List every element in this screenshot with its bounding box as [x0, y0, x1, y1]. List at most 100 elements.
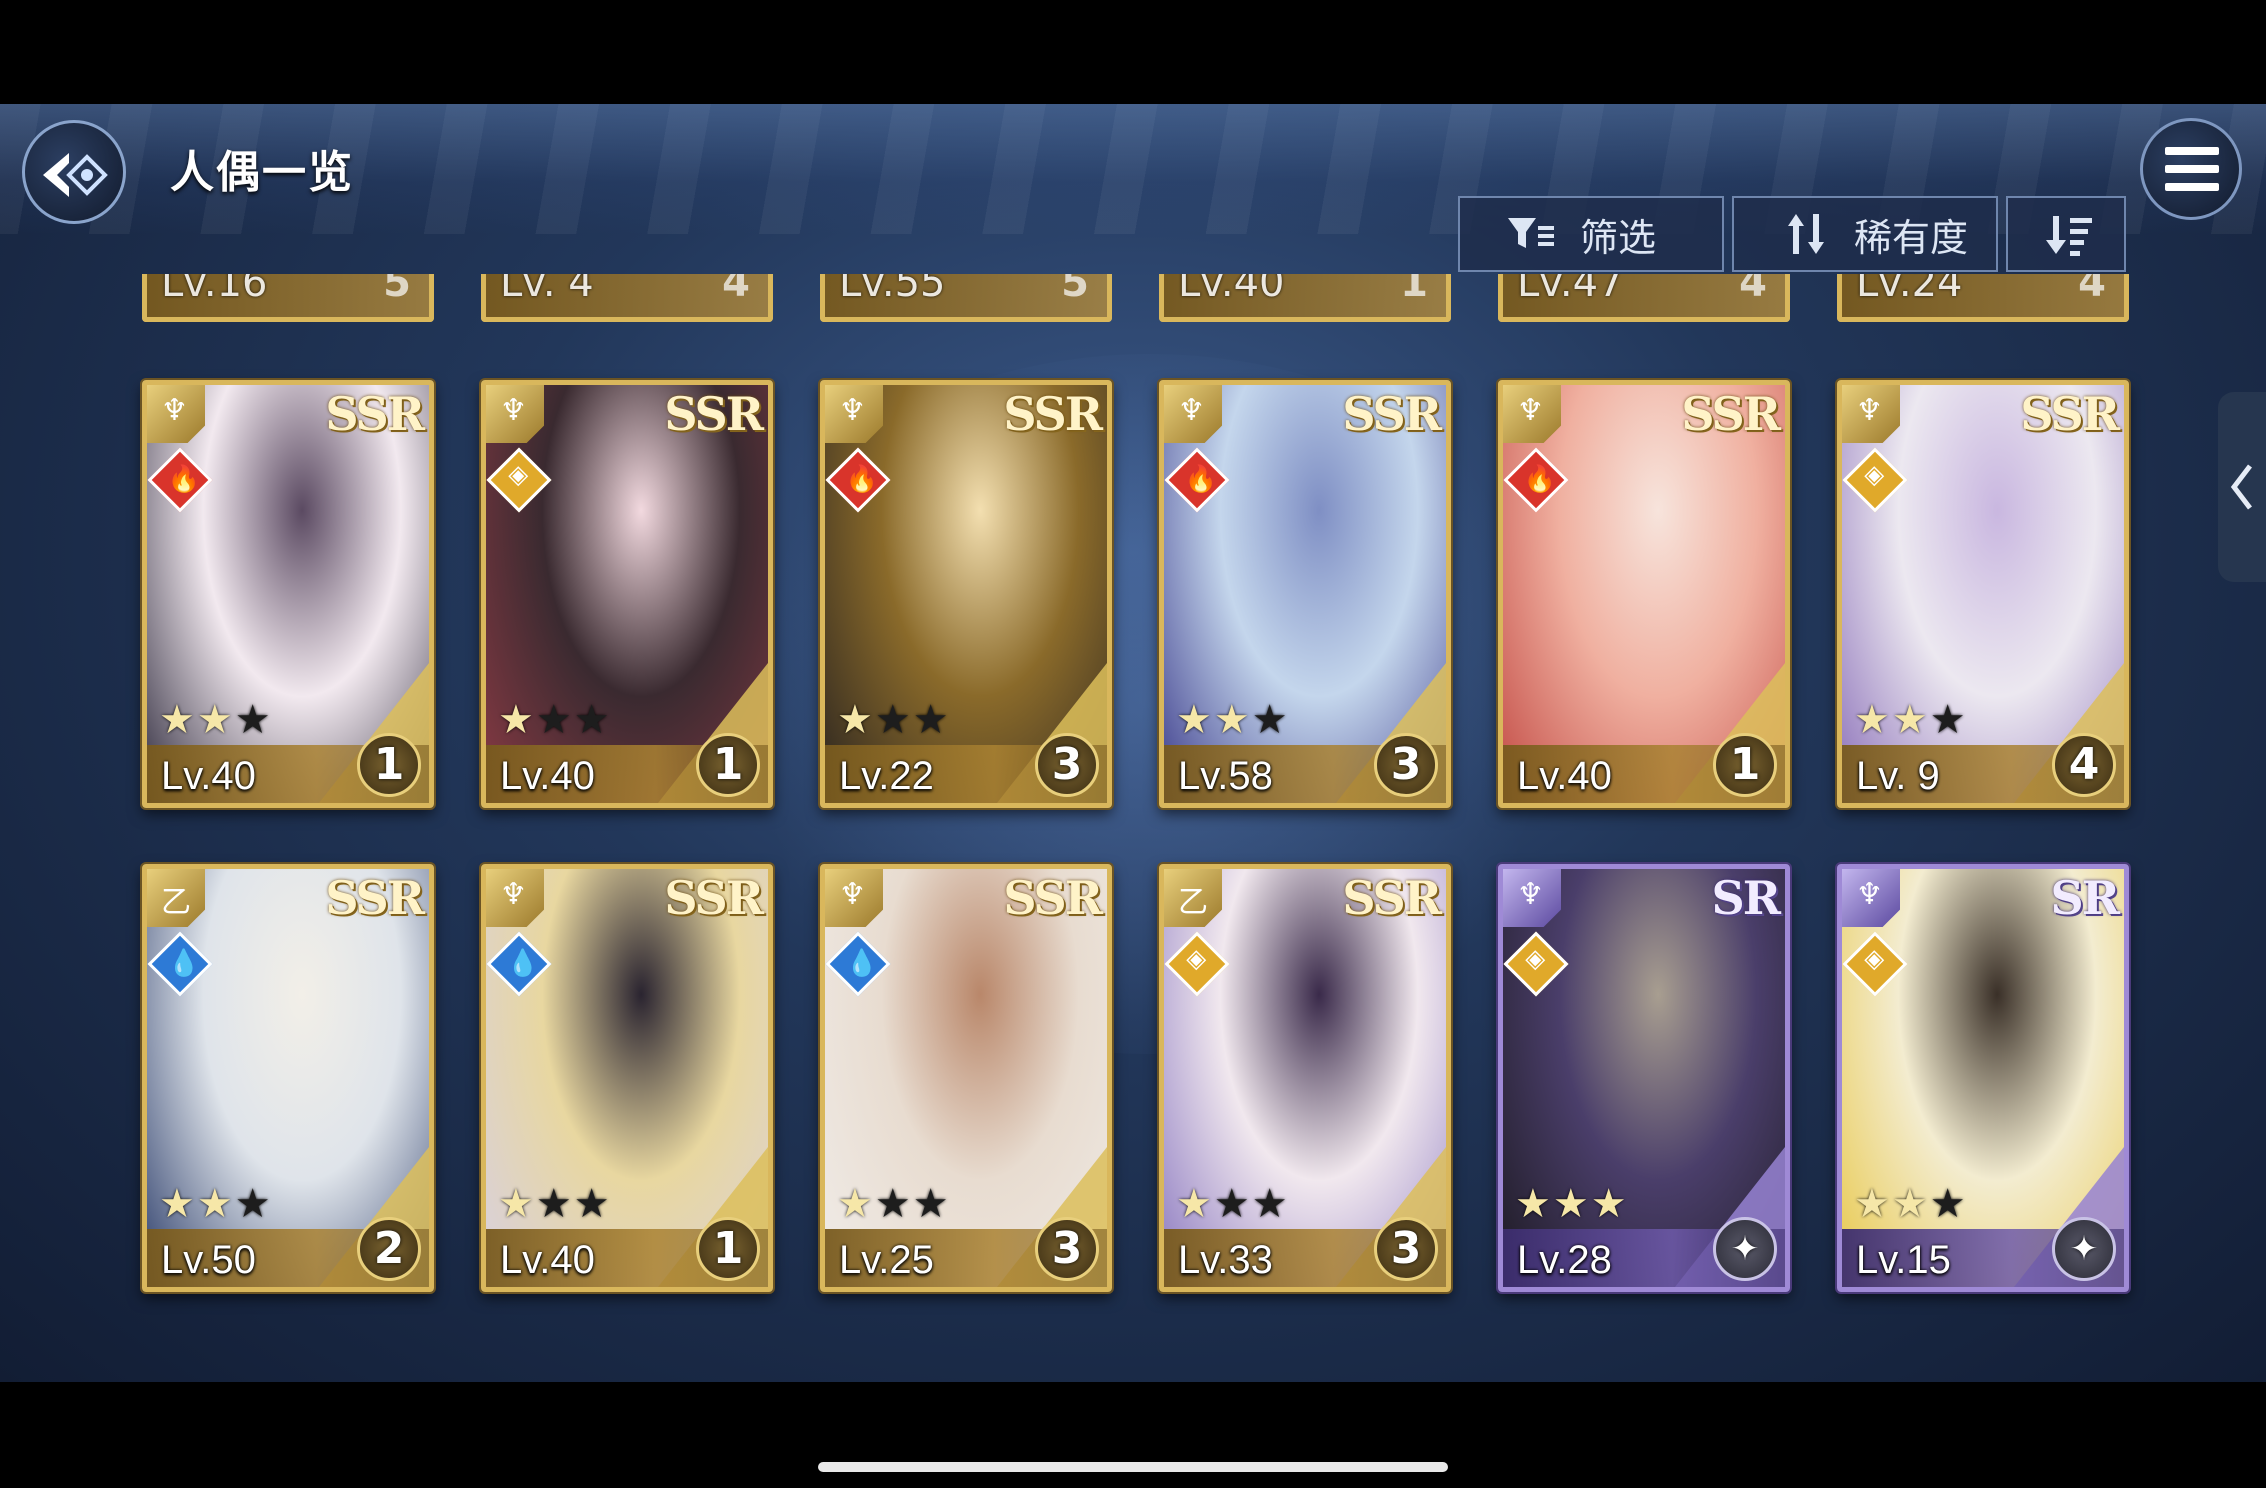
back-button[interactable] — [22, 120, 126, 224]
doll-card-partial[interactable]: Lv. 4 4 — [481, 274, 773, 322]
card-count: 5 — [383, 274, 411, 306]
awaken-count-badge: 3 — [1374, 1217, 1438, 1281]
sort-rarity-button[interactable]: 稀有度 — [1732, 196, 1998, 272]
star-filled-icon: ★ — [1854, 697, 1892, 743]
doll-card[interactable]: 乙 ◈ SSR ★★★ Lv.33 3 — [1159, 864, 1451, 1292]
rarity-badge: SSR — [664, 387, 764, 441]
sort-label: 稀有度 — [1854, 215, 1969, 260]
side-drawer-tab[interactable] — [2218, 392, 2266, 582]
class-glyph: ♆ — [1178, 393, 1205, 428]
awaken-count-badge: 1 — [696, 733, 760, 797]
star-filled-icon: ★ — [1176, 697, 1214, 743]
star-empty-icon: ★ — [1251, 697, 1290, 743]
card-count: 4 — [2078, 274, 2106, 306]
doll-card[interactable]: ♆ 🔥 SSR ★★★ Lv.40 1 — [142, 380, 434, 808]
card-level: Lv.40 — [1517, 754, 1612, 798]
class-icon: ♆ — [825, 869, 883, 927]
star-rating: ★★★ — [1176, 697, 1290, 743]
rarity-badge: SR — [2050, 871, 2120, 925]
star-empty-icon: ★ — [234, 1181, 273, 1227]
card-level: Lv. 9 — [1856, 754, 1940, 798]
filter-icon — [1508, 218, 1554, 248]
card-level: Lv.33 — [1178, 1238, 1273, 1282]
sort-order-icon — [2046, 216, 2092, 256]
star-filled-icon: ★ — [196, 697, 235, 743]
rarity-badge: SSR — [664, 871, 764, 925]
doll-card-partial[interactable]: Lv.24 4 — [1837, 274, 2129, 322]
star-rating: ★★★ — [159, 697, 273, 743]
star-filled-icon: ★ — [1213, 697, 1252, 743]
card-count: 4 — [722, 274, 750, 306]
bottom-black-bar — [0, 1382, 2266, 1488]
filter-button[interactable]: 筛选 — [1458, 196, 1724, 272]
star-filled-icon: ★ — [1176, 1181, 1214, 1227]
element-glyph: 🔥 — [845, 464, 878, 495]
class-glyph: ♆ — [839, 393, 866, 428]
home-indicator[interactable] — [818, 1462, 1448, 1472]
class-glyph: ♆ — [1517, 877, 1544, 912]
element-glyph: 💧 — [167, 948, 200, 979]
star-rating: ★★★ — [1854, 697, 1968, 743]
doll-card[interactable]: ♆ 🔥 SSR ★★★ Lv.58 3 — [1159, 380, 1451, 808]
doll-card[interactable]: ♆ 🔥 SSR ★★★ Lv.22 3 — [820, 380, 1112, 808]
element-glyph: ◈ — [1186, 944, 1207, 975]
menu-line-icon — [2165, 147, 2219, 155]
card-level: Lv.40 — [161, 754, 256, 798]
element-glyph: ◈ — [508, 460, 529, 491]
star-filled-icon: ★ — [837, 697, 875, 743]
doll-card[interactable]: ♆ ◈ SSR ★★★ Lv. 94 — [1837, 380, 2129, 808]
awaken-count-badge: 2 — [357, 1217, 421, 1281]
doll-card[interactable]: ♆ ◈ SSR ★★★ Lv.40 1 — [481, 380, 773, 808]
element-glyph: ◈ — [1864, 460, 1885, 491]
doll-card[interactable]: ♆ ◈ SR ★★★ Lv.15 ✦ — [1837, 864, 2129, 1292]
doll-card[interactable]: ♆ 💧 SSR ★★★ Lv.25 3 — [820, 864, 1112, 1292]
doll-card[interactable]: ♆ ◈ SR ★★★ Lv.28 ✦ — [1498, 864, 1790, 1292]
doll-card[interactable]: ♆ 🔥 SSR Lv.40 1 — [1498, 380, 1790, 808]
star-empty-icon: ★ — [912, 1181, 951, 1227]
doll-card[interactable]: 乙 💧 SSR ★★★ Lv.50 2 — [142, 864, 434, 1292]
doll-card-partial[interactable]: Lv.47 4 — [1498, 274, 1790, 322]
star-rating: ★★★ — [837, 697, 951, 743]
doll-card[interactable]: ♆ 💧 SSR ★★★ Lv.40 1 — [481, 864, 773, 1292]
star-filled-icon: ★ — [1891, 697, 1930, 743]
star-empty-icon: ★ — [573, 1181, 612, 1227]
rarity-badge: SSR — [1342, 387, 1442, 441]
back-arrow-icon — [43, 153, 108, 197]
filter-label: 筛选 — [1580, 215, 1657, 260]
card-level: Lv.40 — [1178, 274, 1285, 306]
awaken-count-badge: 1 — [1713, 733, 1777, 797]
class-glyph: 乙 — [1178, 885, 1208, 920]
class-glyph: ♆ — [1856, 393, 1883, 428]
star-rating: ★★★ — [1854, 1181, 1968, 1227]
menu-button[interactable] — [2140, 118, 2242, 220]
star-filled-icon: ★ — [1854, 1181, 1892, 1227]
game-screen: Lv.16 5 Lv. 4 4 Lv.55 5 Lv.40 1 Lv.47 4 Lv.24 4 ♆ 🔥 SS… — [0, 104, 2266, 1382]
doll-card-partial[interactable]: Lv.40 1 — [1159, 274, 1451, 322]
page-title: 人偶一览 — [170, 147, 354, 198]
doll-card-partial[interactable]: Lv.16 5 — [142, 274, 434, 322]
class-glyph: ♆ — [1517, 393, 1544, 428]
class-glyph: 乙 — [161, 885, 191, 920]
rarity-badge: SSR — [1681, 387, 1781, 441]
star-filled-icon: ★ — [1515, 1181, 1553, 1227]
sort-order-button[interactable] — [2006, 196, 2126, 272]
class-glyph: ♆ — [500, 877, 527, 912]
class-icon: ♆ — [147, 385, 205, 443]
star-rating: ★★★ — [837, 1181, 951, 1227]
star-rating: ★★★ — [159, 1181, 273, 1227]
menu-line-icon — [2165, 183, 2219, 191]
rarity-badge: SSR — [1003, 871, 1103, 925]
star-rating: ★★★ — [1515, 1181, 1629, 1227]
card-level: Lv.58 — [1178, 754, 1273, 798]
star-rating: ★★★ — [498, 1181, 612, 1227]
element-glyph: 💧 — [506, 948, 539, 979]
star-filled-icon: ★ — [196, 1181, 235, 1227]
card-level: Lv.47 — [1517, 274, 1624, 306]
card-count: 4 — [1739, 274, 1767, 306]
rarity-badge: SSR — [325, 871, 425, 925]
class-icon: 乙 — [147, 869, 205, 927]
awaken-emblem-icon: ✦ — [1713, 1217, 1777, 1281]
star-empty-icon: ★ — [874, 697, 913, 743]
doll-card-partial[interactable]: Lv.55 5 — [820, 274, 1112, 322]
star-empty-icon: ★ — [535, 1181, 574, 1227]
